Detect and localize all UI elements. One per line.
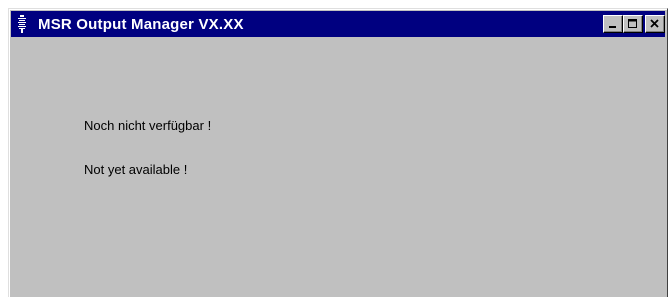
- title-bar[interactable]: MSR Output Manager VX.XX: [11, 11, 665, 37]
- minimize-icon: [609, 26, 616, 28]
- maximize-button[interactable]: [623, 15, 643, 33]
- message-german: Noch nicht verfügbar !: [84, 118, 212, 133]
- app-icon[interactable]: [14, 15, 30, 33]
- minimize-button[interactable]: [603, 15, 623, 33]
- window-controls: [603, 15, 665, 33]
- window-title: MSR Output Manager VX.XX: [38, 15, 244, 33]
- close-icon: [650, 19, 659, 28]
- maximize-icon: [628, 19, 637, 28]
- client-area: Noch nicht verfügbar ! Not yet available…: [11, 37, 665, 297]
- app-window: MSR Output Manager VX.XX Noch nicht verf…: [8, 8, 668, 297]
- message-english: Not yet available !: [84, 162, 188, 177]
- close-button[interactable]: [645, 15, 665, 33]
